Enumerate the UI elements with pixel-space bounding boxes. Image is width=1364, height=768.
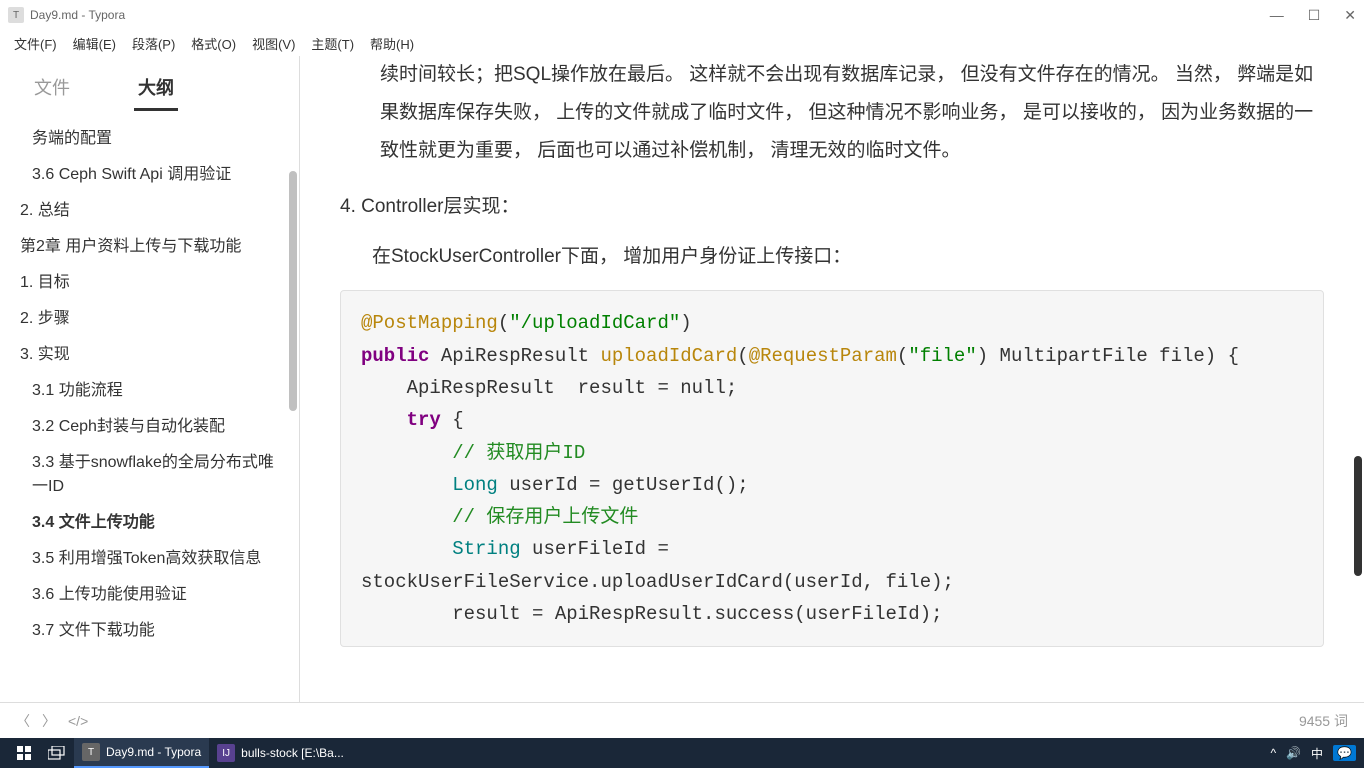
content-scrollbar[interactable] bbox=[1354, 456, 1362, 576]
statusbar: 〈 〉 </> 9455 词 bbox=[0, 702, 1364, 738]
system-tray: ^ 🔊 中 💬 bbox=[1270, 745, 1356, 762]
menubar: 文件(F) 编辑(E) 段落(P) 格式(O) 视图(V) 主题(T) 帮助(H… bbox=[0, 30, 1364, 56]
taskbar: T Day9.md - Typora IJ bulls-stock [E:\Ba… bbox=[0, 738, 1364, 768]
menu-edit[interactable]: 编辑(E) bbox=[65, 32, 124, 55]
editor-content[interactable]: 续时间较长；把SQL操作放在最后。 这样就不会出现有数据库记录， 但没有文件存在… bbox=[300, 56, 1364, 702]
outline-item[interactable]: 3.1 功能流程 bbox=[0, 373, 299, 409]
menu-paragraph[interactable]: 段落(P) bbox=[124, 32, 183, 55]
sidebar-tabs: 文件 大纲 bbox=[0, 56, 299, 111]
notification-icon[interactable]: 💬 bbox=[1333, 745, 1356, 761]
outline-item[interactable]: 2. 总结 bbox=[0, 193, 299, 229]
taskbar-typora-label: Day9.md - Typora bbox=[106, 745, 201, 759]
taskbar-intellij[interactable]: IJ bulls-stock [E:\Ba... bbox=[209, 738, 352, 768]
maximize-button[interactable]: ☐ bbox=[1308, 7, 1321, 24]
back-icon[interactable]: 〈 bbox=[16, 711, 30, 731]
window-controls: — ☐ ✕ bbox=[1270, 7, 1356, 24]
outline-item[interactable]: 2. 步骤 bbox=[0, 301, 299, 337]
titlebar: T Day9.md - Typora — ☐ ✕ bbox=[0, 0, 1364, 30]
tab-outline[interactable]: 大纲 bbox=[134, 66, 178, 111]
app-icon: T bbox=[8, 7, 24, 23]
menu-format[interactable]: 格式(O) bbox=[183, 32, 244, 55]
tray-chevron-up-icon[interactable]: ^ bbox=[1270, 746, 1276, 760]
taskbar-typora[interactable]: T Day9.md - Typora bbox=[74, 738, 209, 768]
source-code-icon[interactable]: </> bbox=[68, 713, 88, 729]
outline-item[interactable]: 3.6 Ceph Swift Api 调用验证 bbox=[0, 157, 299, 193]
sub-paragraph[interactable]: 在StockUserController下面， 增加用户身份证上传接口： bbox=[372, 240, 1324, 274]
menu-theme[interactable]: 主题(T) bbox=[303, 32, 362, 55]
outline-item[interactable]: 3.3 基于snowflake的全局分布式唯一ID bbox=[0, 445, 299, 505]
outline-item[interactable]: 3. 实现 bbox=[0, 337, 299, 373]
list-item-4[interactable]: 4. Controller层实现： bbox=[340, 190, 1324, 224]
outline-scrollbar[interactable] bbox=[289, 171, 297, 411]
outline-item[interactable]: 3.2 Ceph封装与自动化装配 bbox=[0, 409, 299, 445]
outline-item[interactable]: 第2章 用户资料上传与下载功能 bbox=[0, 229, 299, 265]
paragraph[interactable]: 续时间较长；把SQL操作放在最后。 这样就不会出现有数据库记录， 但没有文件存在… bbox=[340, 56, 1324, 170]
outline-list: 务端的配置 3.6 Ceph Swift Api 调用验证 2. 总结 第2章 … bbox=[0, 111, 299, 702]
sidebar: 文件 大纲 务端的配置 3.6 Ceph Swift Api 调用验证 2. 总… bbox=[0, 56, 300, 702]
intellij-icon: IJ bbox=[217, 744, 235, 762]
outline-item-active[interactable]: 3.4 文件上传功能 bbox=[0, 505, 299, 541]
menu-view[interactable]: 视图(V) bbox=[244, 32, 303, 55]
outline-item[interactable]: 3.6 上传功能使用验证 bbox=[0, 577, 299, 613]
outline-item[interactable]: 3.5 利用增强Token高效获取信息 bbox=[0, 541, 299, 577]
forward-icon[interactable]: 〉 bbox=[42, 711, 56, 731]
task-view-button[interactable] bbox=[40, 738, 74, 768]
window-title: Day9.md - Typora bbox=[30, 8, 125, 22]
item-number: 4. bbox=[340, 190, 356, 224]
main-area: 文件 大纲 务端的配置 3.6 Ceph Swift Api 调用验证 2. 总… bbox=[0, 56, 1364, 702]
typora-icon: T bbox=[82, 743, 100, 761]
outline-item[interactable]: 1. 目标 bbox=[0, 265, 299, 301]
outline-item[interactable]: 务端的配置 bbox=[0, 121, 299, 157]
ime-indicator[interactable]: 中 bbox=[1311, 745, 1323, 762]
start-button[interactable] bbox=[8, 738, 40, 768]
item-text: Controller层实现： bbox=[361, 196, 519, 217]
statusbar-nav: 〈 〉 </> bbox=[16, 711, 88, 731]
close-button[interactable]: ✕ bbox=[1344, 7, 1356, 24]
minimize-button[interactable]: — bbox=[1270, 7, 1284, 24]
taskbar-intellij-label: bulls-stock [E:\Ba... bbox=[241, 746, 344, 760]
word-count[interactable]: 9455 词 bbox=[1299, 711, 1348, 731]
menu-file[interactable]: 文件(F) bbox=[6, 32, 65, 55]
outline-item[interactable]: 3.7 文件下载功能 bbox=[0, 613, 299, 649]
volume-icon[interactable]: 🔊 bbox=[1286, 746, 1301, 760]
code-block[interactable]: @PostMapping("/uploadIdCard") public Api… bbox=[340, 290, 1324, 647]
tab-files[interactable]: 文件 bbox=[30, 66, 74, 111]
menu-help[interactable]: 帮助(H) bbox=[362, 32, 422, 55]
